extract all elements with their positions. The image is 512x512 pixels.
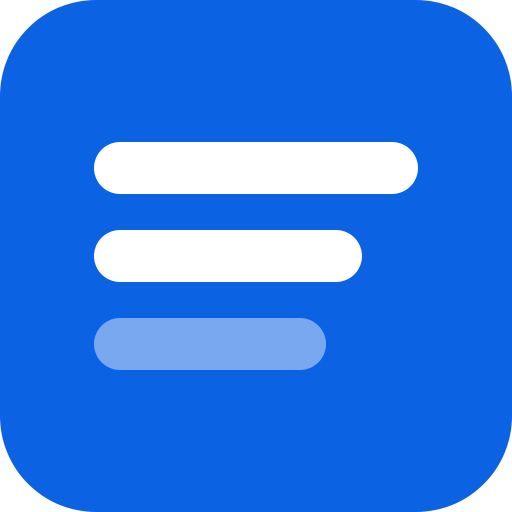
text-line-2-icon xyxy=(94,230,362,282)
text-line-1-icon xyxy=(94,142,418,194)
app-icon[interactable] xyxy=(0,0,512,512)
text-line-3-icon xyxy=(94,318,326,370)
